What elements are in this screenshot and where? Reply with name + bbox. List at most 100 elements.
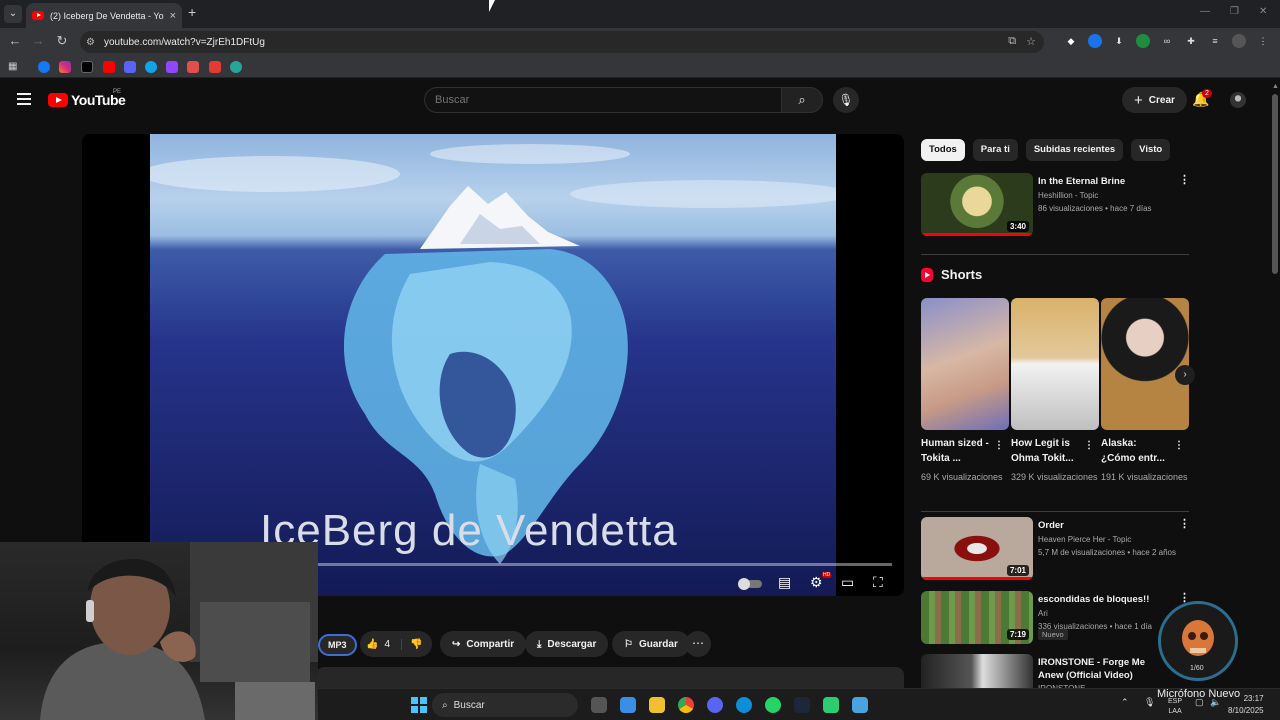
download-button[interactable]: ⤓ Descargar [525, 631, 609, 657]
task-view-icon[interactable] [591, 697, 607, 713]
video-thumbnail[interactable]: 7:19 [921, 591, 1033, 644]
install-app-icon[interactable]: ⧉ [1008, 35, 1016, 48]
instagram-bookmark-icon[interactable] [59, 61, 71, 73]
recommendation-item[interactable]: 7:19 escondidas de bloques!! Ari 336 vis… [921, 591, 1190, 647]
chip-subidas-recientes[interactable]: Subidas recientes [1025, 139, 1124, 161]
photos-icon[interactable] [852, 697, 868, 713]
channel-name[interactable]: Heshillion - Topic [1038, 190, 1188, 202]
chip-visto[interactable]: Visto [1131, 139, 1171, 161]
taskbar-search[interactable]: ⌕ Buscar [432, 693, 578, 717]
tray-microphone-icon[interactable]: 🎙 [1144, 697, 1155, 708]
scroll-up-arrow-icon[interactable]: ▲ [1272, 83, 1279, 90]
tab-close-icon[interactable]: × [170, 10, 176, 22]
file-explorer-icon[interactable] [649, 697, 665, 713]
windows-start-icon[interactable] [411, 697, 427, 713]
video-thumbnail[interactable]: 7:01 [921, 517, 1033, 580]
recommendation-item[interactable]: 7:01 Order Heaven Pierce Her - Topic 5,7… [921, 517, 1190, 581]
profile-avatar[interactable] [1232, 34, 1246, 48]
facebook-bookmark-icon[interactable] [38, 61, 50, 73]
video-title[interactable]: In the Eternal Brine [1038, 175, 1178, 188]
extensions-puzzle-icon[interactable]: ✚ [1184, 34, 1198, 48]
short-thumbnail[interactable] [1101, 298, 1189, 430]
more-actions-button[interactable]: ⋯ [685, 631, 711, 657]
short-item[interactable]: Alaska: ¿Cómo entr... 191 K visualizacio… [1101, 298, 1189, 485]
youtube-bookmark-icon[interactable] [103, 61, 115, 73]
apps-grid-icon[interactable]: ▦ [8, 61, 20, 73]
input-language[interactable]: ESP LAA [1168, 697, 1182, 717]
gmail-bookmark-icon[interactable] [209, 61, 221, 73]
subtitles-icon[interactable]: ▤ [778, 574, 791, 591]
edge-icon[interactable] [736, 697, 752, 713]
video-thumbnail[interactable]: 3:40 [921, 173, 1033, 236]
autoplay-toggle[interactable] [738, 578, 762, 590]
x-bookmark-icon[interactable] [81, 61, 93, 73]
create-button[interactable]: + Crear [1122, 87, 1187, 113]
site-info-icon[interactable]: ⚙ [86, 37, 102, 48]
window-close-icon[interactable]: ✕ [1259, 6, 1267, 17]
scrollbar-thumb[interactable] [1272, 94, 1278, 274]
extension-green-icon[interactable] [1136, 34, 1150, 48]
video-title[interactable]: Order [1038, 519, 1178, 532]
browser-tab-active[interactable]: (2) Iceberg De Vendetta - YouTube × [26, 3, 182, 28]
extension-glasses-icon[interactable]: ∞ [1160, 34, 1174, 48]
maximize-icon[interactable]: ❐ [1230, 6, 1239, 17]
short-thumbnail[interactable] [921, 298, 1009, 430]
more-options-icon[interactable]: ⋮ [1179, 517, 1190, 530]
discord-icon[interactable] [707, 697, 723, 713]
short-item[interactable]: Human sized - Tokita ... 69 K visualizac… [921, 298, 1009, 485]
extension-diamond-icon[interactable]: ◆ [1064, 34, 1078, 48]
fullscreen-icon[interactable]: ⛶ [873, 574, 883, 591]
back-button[interactable]: ← [6, 33, 24, 48]
chrome-icon[interactable] [678, 697, 694, 713]
video-player[interactable]: IceBerg de Vendetta ▤ ⚙ HD ▭ ⛶ [82, 134, 904, 596]
theater-mode-icon[interactable]: ▭ [841, 574, 854, 591]
chip-todos[interactable]: Todos [921, 139, 965, 161]
like-button[interactable]: 👍 4 [360, 638, 402, 650]
short-title[interactable]: Human sized - Tokita ... [921, 436, 993, 466]
twitch-bookmark-icon[interactable] [166, 61, 178, 73]
short-thumbnail[interactable] [1011, 298, 1099, 430]
video-title[interactable]: escondidas de bloques!! [1038, 593, 1178, 606]
search-input[interactable] [425, 88, 781, 112]
bookmark-blue-icon[interactable] [145, 61, 157, 73]
guide-menu-icon[interactable] [17, 93, 31, 108]
bookmark-teal-icon[interactable] [230, 61, 242, 73]
address-bar[interactable]: ⚙ youtube.com/watch?v=ZjrEh1DFtUg ⧉ ☆ [80, 31, 1044, 53]
account-avatar[interactable] [1230, 92, 1246, 108]
voice-search-button[interactable]: 🎙 [833, 87, 859, 113]
more-options-icon[interactable]: ⋮ [1179, 173, 1190, 186]
whatsapp-icon[interactable] [765, 697, 781, 713]
settings-gear-icon[interactable]: ⚙ [810, 574, 823, 591]
video-title[interactable]: IRONSTONE - Forge Me Anew (Official Vide… [1038, 656, 1166, 682]
short-more-icon[interactable]: ⋮ [1174, 440, 1184, 451]
extension-download-icon[interactable]: ⬇ [1112, 34, 1126, 48]
reload-button[interactable]: ↻ [53, 33, 71, 49]
share-button[interactable]: ↪ Compartir [440, 631, 527, 657]
chip-para-ti[interactable]: Para ti [972, 139, 1018, 161]
short-title[interactable]: Alaska: ¿Cómo entr... [1101, 436, 1173, 466]
tab-search-button[interactable]: ⌄ [4, 5, 22, 23]
short-more-icon[interactable]: ⋮ [1084, 440, 1094, 451]
mp3-download-button[interactable]: MP3 [318, 634, 357, 656]
minimize-icon[interactable]: — [1200, 6, 1210, 17]
shorts-next-arrow-icon[interactable]: › [1175, 365, 1195, 385]
recommendation-item[interactable]: 3:40 In the Eternal Brine Heshillion - T… [921, 173, 1190, 237]
dislike-button[interactable]: 👎 [402, 639, 422, 650]
browser-menu-icon[interactable]: ⋮ [1256, 34, 1270, 48]
bookmark-star-icon[interactable]: ☆ [1026, 35, 1036, 48]
short-more-icon[interactable]: ⋮ [994, 440, 1004, 451]
app-green-icon[interactable] [823, 697, 839, 713]
store-icon[interactable] [620, 697, 636, 713]
reading-list-icon[interactable]: ≡ [1208, 34, 1222, 48]
short-item[interactable]: How Legit is Ohma Tokit... 329 K visuali… [1011, 298, 1099, 485]
new-tab-button[interactable]: + [188, 4, 196, 20]
forward-button[interactable]: → [29, 33, 47, 48]
tray-chevron-icon[interactable]: ⌃ [1121, 697, 1129, 708]
discord-bookmark-icon[interactable] [124, 61, 136, 73]
short-title[interactable]: How Legit is Ohma Tokit... [1011, 436, 1083, 466]
channel-name[interactable]: Heaven Pierce Her - Topic [1038, 534, 1188, 546]
steam-icon[interactable] [794, 697, 810, 713]
search-button[interactable]: ⌕ [781, 87, 823, 113]
bookmark-red-icon[interactable] [187, 61, 199, 73]
save-button[interactable]: ⚐ Guardar [612, 631, 690, 657]
